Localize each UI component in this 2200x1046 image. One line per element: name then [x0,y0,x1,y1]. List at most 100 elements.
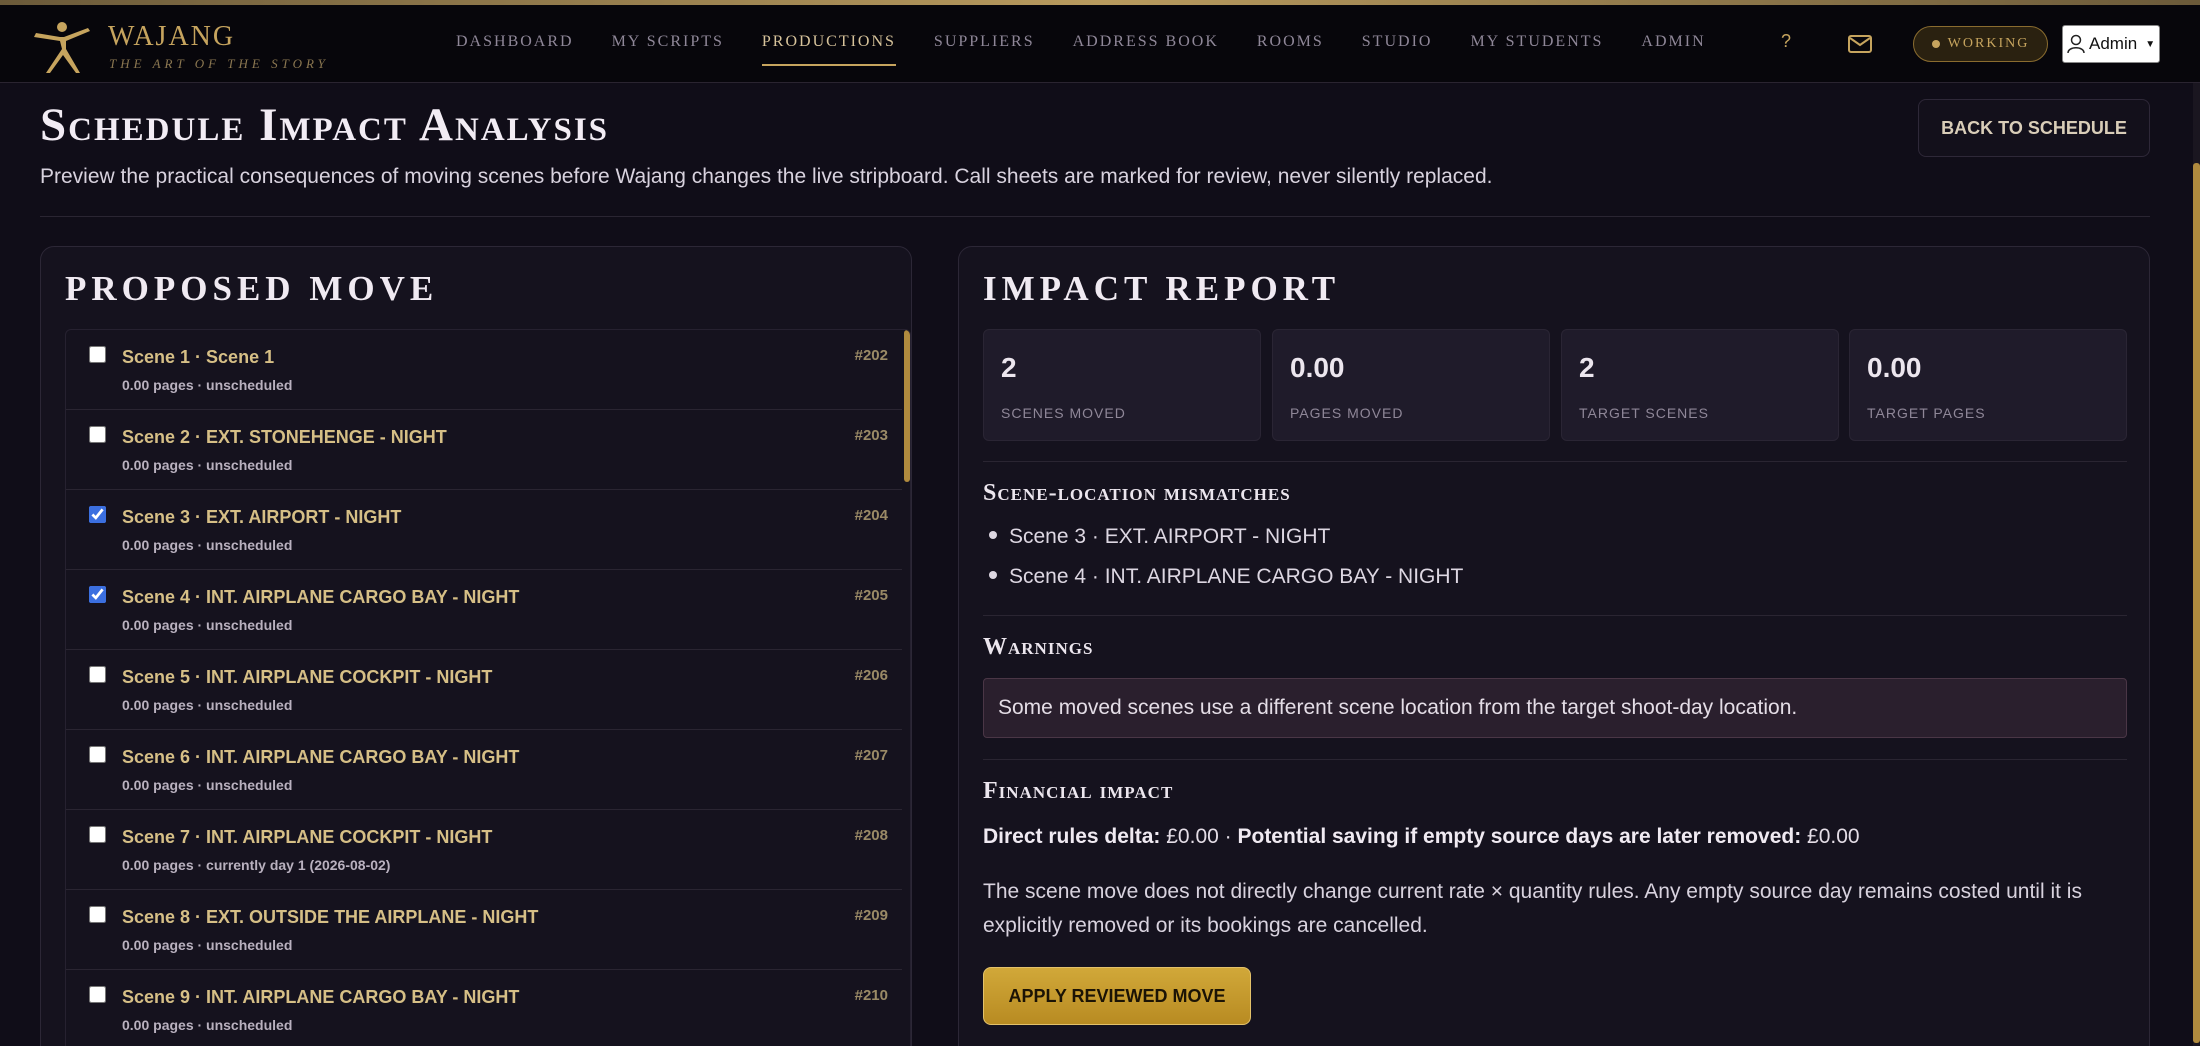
navbar: WAJANG THE ART OF THE STORY DASHBOARD MY… [0,5,2200,83]
scene-number: #206 [854,667,888,684]
scene-checkbox[interactable] [89,426,106,443]
scene-meta: 0.00 pages · unscheduled [122,377,293,393]
scene-title: Scene 7 · INT. AIRPLANE COCKPIT - NIGHT [122,827,493,847]
mail-icon[interactable] [1848,35,1872,53]
scene-title: Scene 8 · EXT. OUTSIDE THE AIRPLANE - NI… [122,907,539,927]
stat-label: SCENES MOVED [1001,405,1126,421]
proposed-move-title: PROPOSED MOVE [65,269,439,308]
scene-number: #202 [854,347,888,364]
mismatch-heading: Scene-location mismatches [983,480,1291,506]
stat-label: PAGES MOVED [1290,405,1404,421]
scene-number: #205 [854,587,888,604]
chevron-down-icon: ▼ [2145,38,2156,50]
scene-row[interactable]: Scene 8 · EXT. OUTSIDE THE AIRPLANE - NI… [66,890,902,970]
nav-item-my-scripts[interactable]: MY SCRIPTS [593,5,743,83]
scene-meta: 0.00 pages · unscheduled [122,1017,293,1033]
nav-item-address-book[interactable]: ADDRESS BOOK [1054,5,1238,83]
scene-checkbox[interactable] [89,826,106,843]
direct-delta-value: £0.00 · [1166,825,1232,848]
scene-meta: 0.00 pages · unscheduled [122,697,293,713]
scene-checkbox[interactable] [89,986,106,1003]
question-icon[interactable]: ? [1776,31,1796,57]
scene-checkbox[interactable] [89,746,106,763]
user-label: Admin [2089,34,2138,53]
page-scrollbar[interactable] [2193,83,2200,1046]
scene-row[interactable]: Scene 2 · EXT. STONEHENGE - NIGHT 0.00 p… [66,410,902,490]
warnings-heading: Warnings [983,634,1094,660]
saving-value: £0.00 [1807,825,1860,848]
section-divider [983,759,2127,760]
scene-checkbox[interactable] [89,346,106,363]
scene-number: #204 [854,507,888,524]
warning-alert: Some moved scenes use a different scene … [983,678,2127,738]
scene-title: Scene 1 · Scene 1 [122,347,275,367]
apply-reviewed-move-button[interactable]: APPLY REVIEWED MOVE [983,967,1251,1025]
scene-row[interactable]: Scene 1 · Scene 1 0.00 pages · unschedul… [66,330,902,410]
scene-checkbox[interactable] [89,506,106,523]
scene-title: Scene 2 · EXT. STONEHENGE - NIGHT [122,427,447,447]
nav-item-my-students[interactable]: MY STUDENTS [1451,5,1622,83]
stat-value: 0.00 [1290,352,1345,383]
scene-meta: 0.00 pages · currently day 1 (2026-08-02… [122,857,391,873]
back-to-schedule-button[interactable]: BACK TO SCHEDULE [1918,99,2150,157]
brand-name: WAJANG [108,21,236,52]
scene-row[interactable]: Scene 7 · INT. AIRPLANE COCKPIT - NIGHT … [66,810,902,890]
direct-delta-label: Direct rules delta: [983,825,1161,848]
page-subtitle: Preview the practical consequences of mo… [40,165,1493,188]
scene-number: #208 [854,827,888,844]
section-divider [983,461,2127,462]
scene-title: Scene 9 · INT. AIRPLANE CARGO BAY - NIGH… [122,987,520,1007]
main-nav: DASHBOARD MY SCRIPTS PRODUCTIONS SUPPLIE… [437,5,1725,83]
scene-row[interactable]: Scene 4 · INT. AIRPLANE CARGO BAY - NIGH… [66,570,902,650]
scene-title: Scene 6 · INT. AIRPLANE CARGO BAY - NIGH… [122,747,520,767]
nav-item-rooms[interactable]: ROOMS [1238,5,1343,83]
stat-target-scenes: 2 TARGET SCENES [1561,329,1839,441]
nav-item-dashboard[interactable]: DASHBOARD [437,5,593,83]
header-divider [40,216,2150,217]
saving-label: Potential saving if empty source days ar… [1237,825,1802,848]
financial-note: The scene move does not directly change … [983,880,2082,937]
scene-checkbox[interactable] [89,906,106,923]
scene-list-scrollbar[interactable] [904,330,910,482]
scene-meta: 0.00 pages · unscheduled [122,777,293,793]
nav-item-suppliers[interactable]: SUPPLIERS [915,5,1054,83]
page-title: Schedule Impact Analysis [40,99,610,151]
financial-heading: Financial impact [983,778,1174,804]
scene-row[interactable]: Scene 6 · INT. AIRPLANE CARGO BAY - NIGH… [66,730,902,810]
section-divider [983,615,2127,616]
scene-number: #209 [854,907,888,924]
scene-row[interactable]: Scene 9 · INT. AIRPLANE CARGO BAY - NIGH… [66,970,902,1046]
stat-value: 2 [1579,352,1595,383]
brand[interactable]: WAJANG THE ART OF THE STORY [32,13,332,75]
impact-report-panel: IMPACT REPORT 2 SCENES MOVED 0.00 PAGES … [958,246,2150,1046]
scene-number: #207 [854,747,888,764]
scene-checkbox[interactable] [89,586,106,603]
scene-row[interactable]: Scene 3 · EXT. AIRPORT - NIGHT 0.00 page… [66,490,902,570]
working-status-button[interactable]: WORKING [1913,26,2048,62]
scene-meta: 0.00 pages · unscheduled [122,537,293,553]
star-figure-icon [34,22,90,73]
page-scrollbar-thumb[interactable] [2193,163,2200,1043]
stat-label: TARGET PAGES [1867,405,1986,421]
mismatch-item: Scene 3 · EXT. AIRPORT - NIGHT [989,525,1330,549]
stat-pages-moved: 0.00 PAGES MOVED [1272,329,1550,441]
nav-item-studio[interactable]: STUDIO [1343,5,1452,83]
warning-text: Some moved scenes use a different scene … [998,696,1798,719]
scene-meta: 0.00 pages · unscheduled [122,617,293,633]
proposed-move-panel: PROPOSED MOVE Scene 1 · Scene 1 0.00 pag… [40,246,912,1046]
stat-scenes-moved: 2 SCENES MOVED [983,329,1261,441]
nav-item-productions[interactable]: PRODUCTIONS [743,5,915,83]
scene-title: Scene 3 · EXT. AIRPORT - NIGHT [122,507,402,527]
scene-number: #210 [854,987,888,1004]
mismatch-item: Scene 4 · INT. AIRPLANE CARGO BAY - NIGH… [989,565,1463,589]
scene-row[interactable]: Scene 5 · INT. AIRPLANE COCKPIT - NIGHT … [66,650,902,730]
stat-value: 0.00 [1867,352,1922,383]
scene-title: Scene 4 · INT. AIRPLANE CARGO BAY - NIGH… [122,587,520,607]
scene-meta: 0.00 pages · unscheduled [122,937,293,953]
stat-label: TARGET SCENES [1579,405,1709,421]
impact-report-title: IMPACT REPORT [983,269,1341,308]
scene-checkbox[interactable] [89,666,106,683]
brand-tagline: THE ART OF THE STORY [109,56,329,71]
user-menu-select[interactable]: Admin ▼ [2062,25,2160,63]
nav-item-admin[interactable]: ADMIN [1622,5,1724,83]
